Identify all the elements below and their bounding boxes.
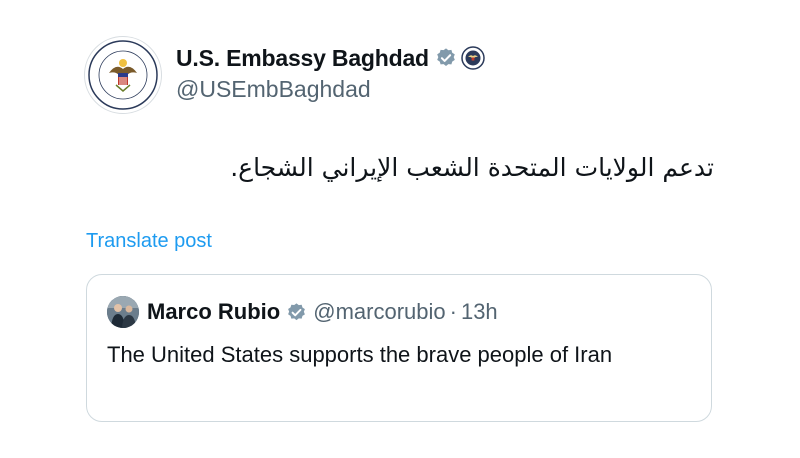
verified-badge-icon[interactable] (435, 47, 457, 69)
author-name-line: U.S. Embassy Baghdad (176, 42, 485, 74)
government-seal-icon[interactable] (461, 46, 485, 70)
author-block: U.S. Embassy Baghdad @USEmbBaghdad (176, 42, 485, 103)
translate-post-link[interactable]: Translate post (86, 230, 212, 253)
quoted-author-name[interactable]: Marco Rubio (147, 299, 280, 325)
quoted-post-text: The United States supports the brave peo… (107, 342, 613, 367)
embassy-seal-icon (88, 40, 158, 110)
post-header: U.S. Embassy Baghdad @USEmbBaghdad (84, 36, 724, 114)
meta-separator: · (449, 299, 457, 324)
quoted-post-card[interactable]: Marco Rubio @marcorubio · 13h The United… (86, 274, 712, 422)
verified-badge-icon[interactable] (286, 302, 307, 323)
quoted-author-avatar[interactable] (107, 296, 139, 328)
quoted-post-timestamp[interactable]: 13h (461, 299, 498, 325)
author-handle[interactable]: @USEmbBaghdad (176, 76, 485, 103)
person-photo-icon (107, 296, 139, 328)
author-display-name[interactable]: U.S. Embassy Baghdad (176, 45, 429, 72)
post-text: تدعم الولايات المتحدة الشعب الإيراني الش… (230, 153, 714, 182)
quoted-author-handle[interactable]: @marcorubio (313, 299, 445, 325)
embassy-seal-avatar[interactable] (84, 36, 162, 114)
quoted-post-header: Marco Rubio @marcorubio · 13h (107, 295, 498, 329)
